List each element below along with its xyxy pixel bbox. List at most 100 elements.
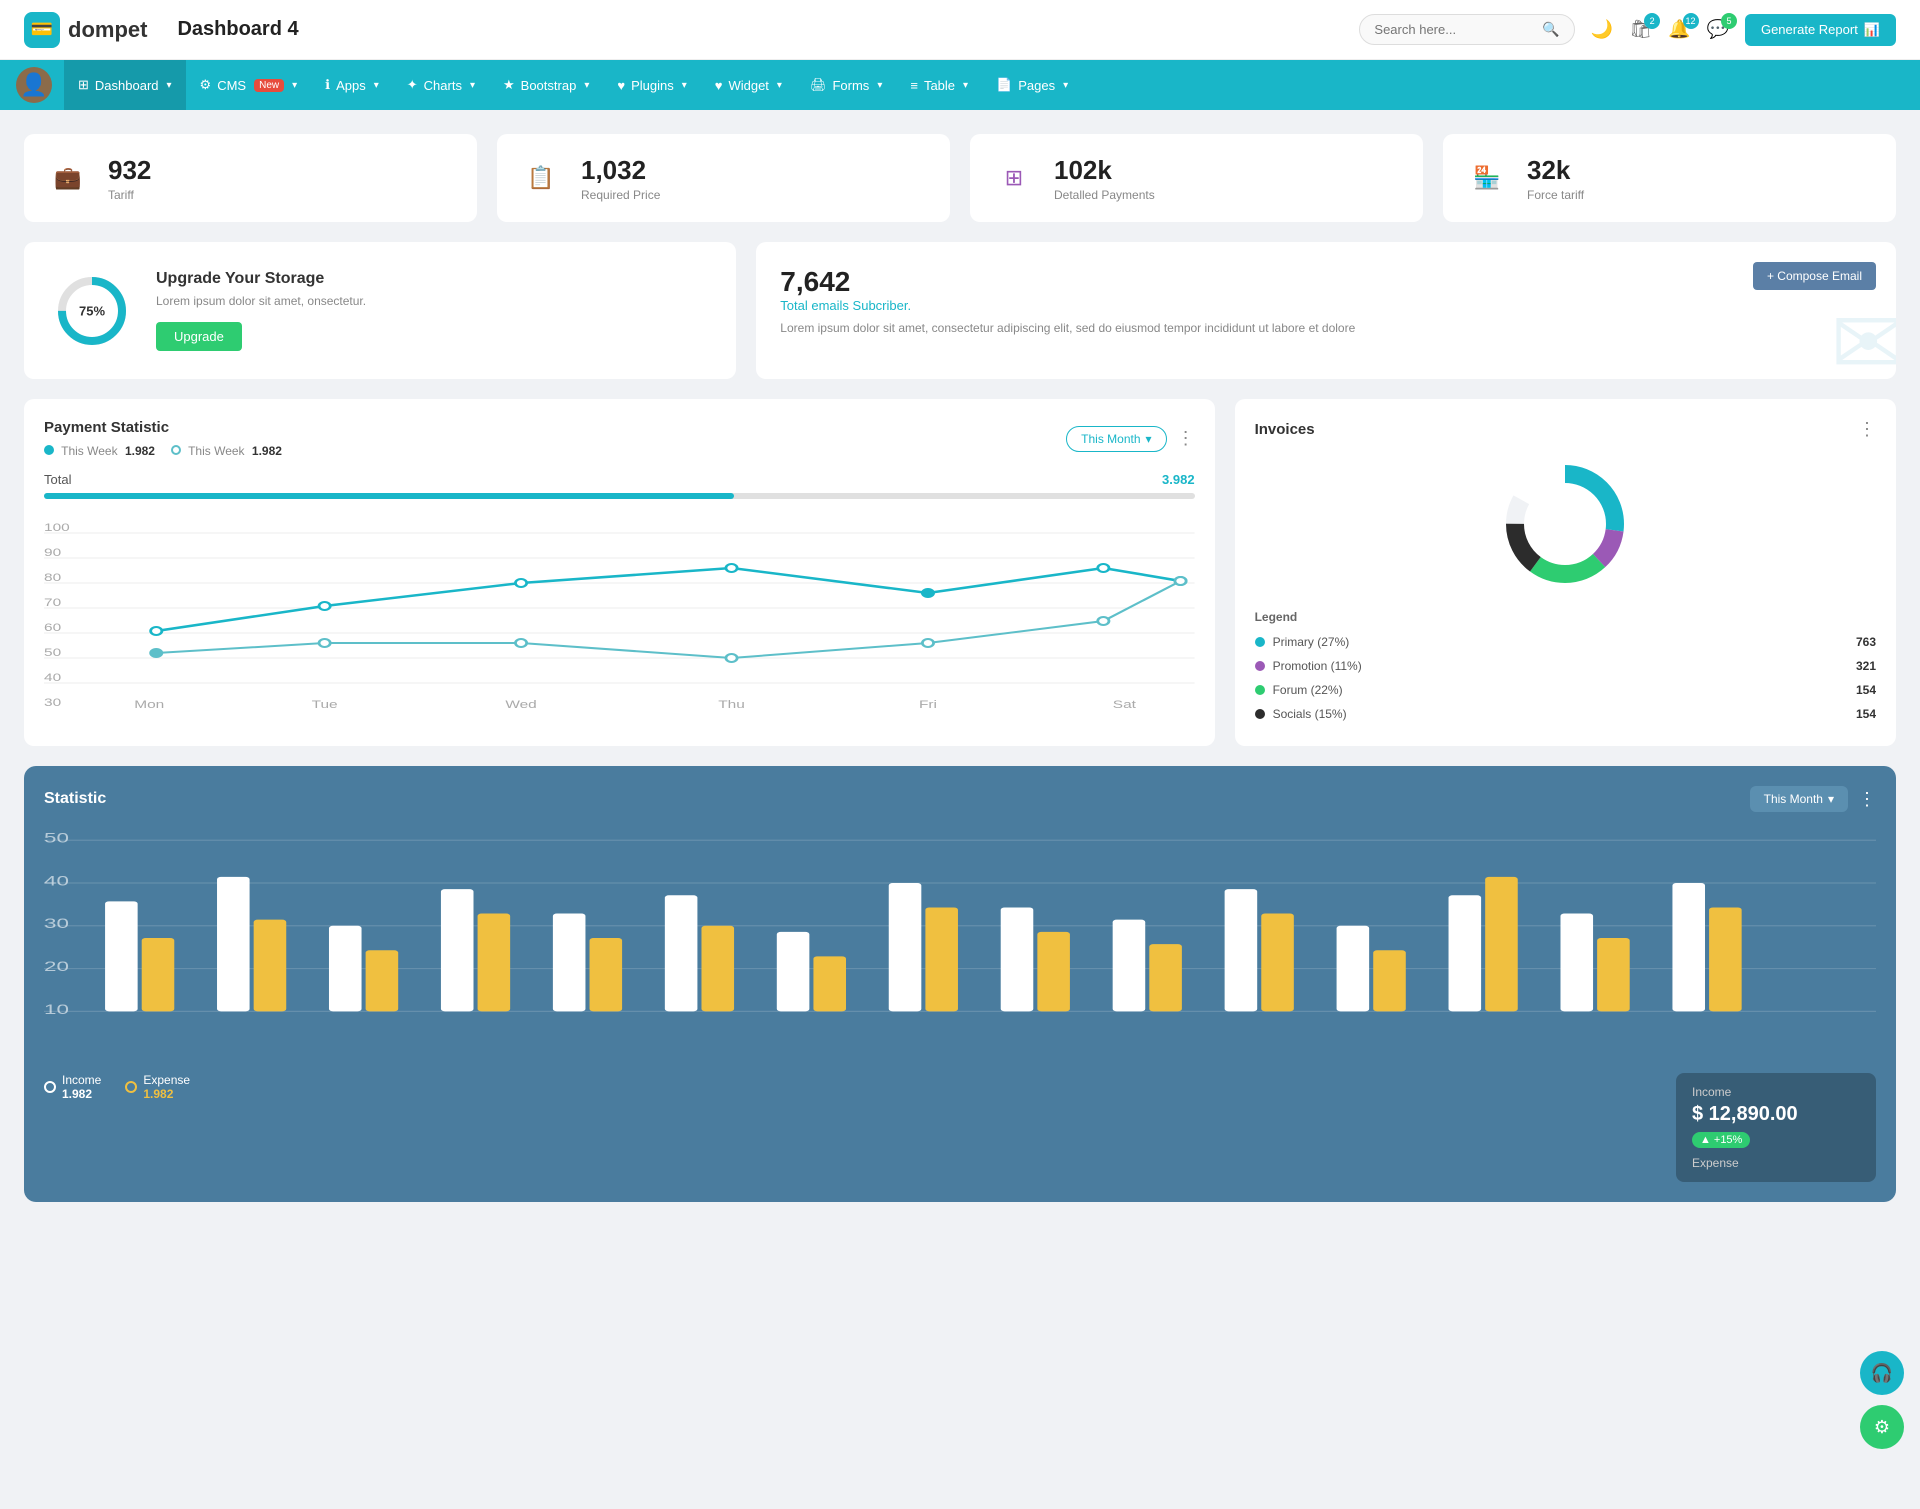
- nav-item-bootstrap[interactable]: ★ Bootstrap ▾: [489, 60, 603, 110]
- avatar: 👤: [16, 67, 52, 103]
- generate-report-button[interactable]: Generate Report 📊: [1745, 14, 1896, 46]
- nav-label-apps: Apps: [336, 78, 366, 93]
- income-change-val: +15%: [1714, 1134, 1742, 1146]
- primary-dot: [1255, 637, 1265, 647]
- svg-text:30: 30: [44, 916, 69, 931]
- income-detail-box: Income $ 12,890.00 ▲ +15% Expense: [1676, 1073, 1876, 1182]
- email-subscriber-label: Total emails Subcriber.: [780, 298, 1872, 313]
- legend-item-1: This Week 1.982: [44, 444, 155, 458]
- this-month-filter-button[interactable]: This Month ▾: [1066, 426, 1166, 452]
- invoices-legend: Legend Primary (27%) 763 Promotion (11%)…: [1255, 610, 1876, 726]
- legend-row-primary: Primary (27%) 763: [1255, 630, 1876, 654]
- upgrade-text: Upgrade Your Storage Lorem ipsum dolor s…: [156, 270, 366, 351]
- bell-icon[interactable]: 🔔 12: [1668, 19, 1690, 40]
- compose-email-button[interactable]: + Compose Email: [1753, 262, 1876, 290]
- search-input[interactable]: [1374, 22, 1534, 37]
- settings-float-button[interactable]: ⚙: [1860, 1405, 1904, 1449]
- svg-text:80: 80: [44, 571, 61, 583]
- invoices-options-button[interactable]: ⋮: [1858, 419, 1876, 440]
- chevron-down-icon: ▾: [292, 80, 297, 91]
- payments-icon: ⊞: [990, 154, 1038, 202]
- generate-report-icon: 📊: [1864, 22, 1880, 38]
- page-title: Dashboard 4: [177, 18, 1359, 41]
- chat-icon[interactable]: 💬 5: [1707, 19, 1729, 40]
- statistic-options-button[interactable]: ⋮: [1858, 789, 1876, 810]
- apps-nav-icon: ℹ: [325, 77, 330, 93]
- chevron-down-icon: ▾: [963, 80, 968, 91]
- logo-text: dompet: [68, 17, 147, 43]
- pages-nav-icon: 📄: [996, 77, 1012, 93]
- chevron-down-icon: ▾: [584, 80, 589, 91]
- nav-item-forms[interactable]: 🖨 Forms ▾: [796, 60, 896, 110]
- svg-text:Tue: Tue: [312, 698, 338, 710]
- chart-title: Payment Statistic: [44, 419, 282, 436]
- dashboard-nav-icon: ⊞: [78, 77, 89, 93]
- svg-text:Thu: Thu: [718, 698, 745, 710]
- support-float-button[interactable]: 🎧: [1860, 1351, 1904, 1395]
- legend-row-socials: Socials (15%) 154: [1255, 702, 1876, 726]
- header: 💳 dompet Dashboard 4 🔍 🌙 🛍 2 🔔 12 💬 5 Ge…: [0, 0, 1920, 60]
- svg-text:Mon: Mon: [134, 698, 164, 710]
- nav-label-forms: Forms: [832, 78, 869, 93]
- svg-text:50: 50: [44, 830, 69, 845]
- cms-nav-icon: ⚙: [200, 77, 212, 93]
- cart-icon[interactable]: 🛍 2: [1629, 19, 1652, 40]
- required-price-icon: 📋: [517, 154, 565, 202]
- income-amount: $ 12,890.00: [1692, 1103, 1860, 1126]
- invoices-card: Invoices ⋮ Leg: [1235, 399, 1896, 746]
- nav-item-dashboard[interactable]: ⊞ Dashboard ▾: [64, 60, 186, 110]
- upgrade-title: Upgrade Your Storage: [156, 270, 366, 288]
- nav-item-plugins[interactable]: ♥ Plugins ▾: [603, 60, 700, 110]
- total-progress-bar: [44, 493, 1195, 499]
- nav-item-pages[interactable]: 📄 Pages ▾: [982, 60, 1082, 110]
- primary-val: 763: [1856, 635, 1876, 649]
- statistic-title: Statistic: [44, 790, 106, 808]
- generate-report-label: Generate Report: [1761, 22, 1858, 37]
- stat-card-payments: ⊞ 102k Detalled Payments: [970, 134, 1423, 222]
- main-content: 💼 932 Tariff 📋 1,032 Required Price ⊞ 10…: [0, 110, 1920, 1226]
- chevron-down-icon: ▾: [470, 80, 475, 91]
- nav-label-charts: Charts: [424, 78, 462, 93]
- stat-card-required-price: 📋 1,032 Required Price: [497, 134, 950, 222]
- legend-item-2: This Week 1.982: [171, 444, 282, 458]
- statistic-this-month-button[interactable]: This Month ▾: [1750, 786, 1848, 812]
- payment-statistic-card: Payment Statistic This Week 1.982 This W…: [24, 399, 1215, 746]
- chat-badge: 5: [1721, 13, 1737, 29]
- email-subscriber-count: 7,642: [780, 266, 1872, 298]
- chevron-down-icon: ▾: [777, 80, 782, 91]
- chart-header: Payment Statistic This Week 1.982 This W…: [44, 419, 1195, 458]
- nav-item-charts[interactable]: ✦ Charts ▾: [393, 60, 489, 110]
- upgrade-button[interactable]: Upgrade: [156, 322, 242, 351]
- total-value: 3.982: [1162, 472, 1195, 487]
- tariff-number: 932: [108, 155, 151, 186]
- force-tariff-label: Force tariff: [1527, 188, 1584, 202]
- dark-mode-icon[interactable]: 🌙: [1591, 19, 1613, 40]
- income-legend-label: Income: [62, 1073, 101, 1087]
- chart-options-button[interactable]: ⋮: [1177, 428, 1195, 449]
- email-subscriber-desc: Lorem ipsum dolor sit amet, consectetur …: [780, 321, 1872, 335]
- svg-text:60: 60: [44, 621, 61, 633]
- nav-item-widget[interactable]: ♥ Widget ▾: [701, 60, 796, 110]
- statistic-header: Statistic This Month ▾ ⋮: [44, 786, 1876, 812]
- nav-item-cms[interactable]: ⚙ CMS New ▾: [186, 60, 312, 110]
- chevron-down-icon: ▾: [1828, 792, 1834, 806]
- chart-row: Payment Statistic This Week 1.982 This W…: [24, 399, 1896, 746]
- search-box[interactable]: 🔍: [1359, 14, 1574, 45]
- navbar: 👤 ⊞ Dashboard ▾ ⚙ CMS New ▾ ℹ Apps ▾ ✦ C…: [0, 60, 1920, 110]
- upgrade-desc: Lorem ipsum dolor sit amet, onsectetur.: [156, 294, 366, 308]
- chevron-down-icon: ▾: [374, 80, 379, 91]
- nav-item-apps[interactable]: ℹ Apps ▾: [311, 60, 393, 110]
- force-tariff-icon: 🏪: [1463, 154, 1511, 202]
- bell-badge: 12: [1683, 13, 1699, 29]
- nav-item-table[interactable]: ≡ Table ▾: [896, 60, 982, 110]
- forum-dot: [1255, 685, 1265, 695]
- stat-card-force-tariff: 🏪 32k Force tariff: [1443, 134, 1896, 222]
- header-right: 🔍 🌙 🛍 2 🔔 12 💬 5 Generate Report 📊: [1359, 14, 1896, 46]
- invoices-title: Invoices: [1255, 421, 1315, 438]
- socials-label: Socials (15%): [1273, 707, 1347, 721]
- payments-label: Detalled Payments: [1054, 188, 1155, 202]
- payments-number: 102k: [1054, 155, 1155, 186]
- line-chart-svg: 100 90 80 70 60 50 40 30: [44, 513, 1195, 713]
- floating-buttons: 🎧 ⚙: [1860, 1351, 1904, 1449]
- income-legend-val: 1.982: [62, 1087, 101, 1101]
